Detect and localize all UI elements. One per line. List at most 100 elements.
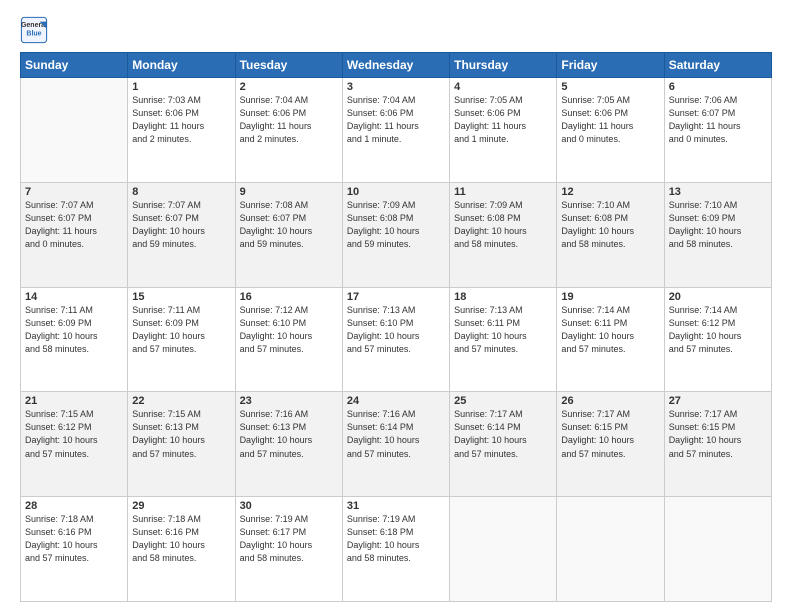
day-number: 26 — [561, 395, 659, 407]
calendar-day-cell: 16Sunrise: 7:12 AM Sunset: 6:10 PM Dayli… — [235, 287, 342, 392]
day-number: 8 — [132, 186, 230, 198]
day-info: Sunrise: 7:08 AM Sunset: 6:07 PM Dayligh… — [240, 199, 338, 251]
calendar-week-row: 21Sunrise: 7:15 AM Sunset: 6:12 PM Dayli… — [21, 392, 772, 497]
calendar-day-cell: 6Sunrise: 7:06 AM Sunset: 6:07 PM Daylig… — [664, 78, 771, 183]
day-info: Sunrise: 7:15 AM Sunset: 6:13 PM Dayligh… — [132, 408, 230, 460]
calendar-day-cell: 26Sunrise: 7:17 AM Sunset: 6:15 PM Dayli… — [557, 392, 664, 497]
day-info: Sunrise: 7:10 AM Sunset: 6:08 PM Dayligh… — [561, 199, 659, 251]
day-number: 3 — [347, 81, 445, 93]
calendar-day-cell: 2Sunrise: 7:04 AM Sunset: 6:06 PM Daylig… — [235, 78, 342, 183]
day-number: 30 — [240, 500, 338, 512]
calendar-day-cell: 11Sunrise: 7:09 AM Sunset: 6:08 PM Dayli… — [450, 182, 557, 287]
day-info: Sunrise: 7:19 AM Sunset: 6:17 PM Dayligh… — [240, 513, 338, 565]
calendar-day-cell — [664, 497, 771, 602]
weekday-header: Sunday — [21, 53, 128, 78]
calendar-day-cell: 4Sunrise: 7:05 AM Sunset: 6:06 PM Daylig… — [450, 78, 557, 183]
weekday-header: Wednesday — [342, 53, 449, 78]
calendar-day-cell: 14Sunrise: 7:11 AM Sunset: 6:09 PM Dayli… — [21, 287, 128, 392]
calendar-week-row: 7 Sunrise: 7:07 AM Sunset: 6:07 PM Daylig… — [21, 182, 772, 287]
day-info: Sunrise: 7:18 AM Sunset: 6:16 PM Dayligh… — [132, 513, 230, 565]
calendar-day-cell: 24Sunrise: 7:16 AM Sunset: 6:14 PM Dayli… — [342, 392, 449, 497]
day-number: 11 — [454, 186, 552, 198]
day-number: 15 — [132, 291, 230, 303]
day-info: Sunrise: 7:18 AM Sunset: 6:16 PM Dayligh… — [25, 513, 123, 565]
day-info: Sunrise: 7:13 AM Sunset: 6:10 PM Dayligh… — [347, 304, 445, 356]
calendar-header-row: SundayMondayTuesdayWednesdayThursdayFrid… — [21, 53, 772, 78]
page: General Blue SundayMondayTuesdayWednesda… — [0, 0, 792, 612]
day-info: Sunrise: 7:10 AM Sunset: 6:09 PM Dayligh… — [669, 199, 767, 251]
calendar-day-cell: 7Sunrise: 7:07 AM Sunset: 6:07 PM Daylig… — [21, 182, 128, 287]
day-info: Sunrise: 7:17 AM Sunset: 6:14 PM Dayligh… — [454, 408, 552, 460]
calendar-day-cell: 21Sunrise: 7:15 AM Sunset: 6:12 PM Dayli… — [21, 392, 128, 497]
calendar-day-cell: 12Sunrise: 7:10 AM Sunset: 6:08 PM Dayli… — [557, 182, 664, 287]
calendar-week-row: 28Sunrise: 7:18 AM Sunset: 6:16 PM Dayli… — [21, 497, 772, 602]
day-number: 19 — [561, 291, 659, 303]
day-number: 4 — [454, 81, 552, 93]
day-info: Sunrise: 7:07 AM Sunset: 6:07 PM Dayligh… — [132, 199, 230, 251]
day-number: 27 — [669, 395, 767, 407]
day-number: 24 — [347, 395, 445, 407]
calendar-day-cell: 10Sunrise: 7:09 AM Sunset: 6:08 PM Dayli… — [342, 182, 449, 287]
day-info: Sunrise: 7:16 AM Sunset: 6:14 PM Dayligh… — [347, 408, 445, 460]
day-number: 28 — [25, 500, 123, 512]
day-info: Sunrise: 7:03 AM Sunset: 6:06 PM Dayligh… — [132, 94, 230, 146]
day-info: Sunrise: 7:11 AM Sunset: 6:09 PM Dayligh… — [132, 304, 230, 356]
day-info: Sunrise: 7:15 AM Sunset: 6:12 PM Dayligh… — [25, 408, 123, 460]
day-number: 20 — [669, 291, 767, 303]
calendar-day-cell — [450, 497, 557, 602]
calendar-day-cell: 31Sunrise: 7:19 AM Sunset: 6:18 PM Dayli… — [342, 497, 449, 602]
day-info: Sunrise: 7:12 AM Sunset: 6:10 PM Dayligh… — [240, 304, 338, 356]
day-info: Sunrise: 7:05 AM Sunset: 6:06 PM Dayligh… — [454, 94, 552, 146]
day-info: Sunrise: 7:17 AM Sunset: 6:15 PM Dayligh… — [561, 408, 659, 460]
day-number: 10 — [347, 186, 445, 198]
day-number: 12 — [561, 186, 659, 198]
calendar-day-cell: 30Sunrise: 7:19 AM Sunset: 6:17 PM Dayli… — [235, 497, 342, 602]
day-number: 6 — [669, 81, 767, 93]
calendar-day-cell: 28Sunrise: 7:18 AM Sunset: 6:16 PM Dayli… — [21, 497, 128, 602]
day-number: 29 — [132, 500, 230, 512]
day-number: 25 — [454, 395, 552, 407]
calendar-day-cell: 8Sunrise: 7:07 AM Sunset: 6:07 PM Daylig… — [128, 182, 235, 287]
calendar-day-cell: 15Sunrise: 7:11 AM Sunset: 6:09 PM Dayli… — [128, 287, 235, 392]
day-info: Sunrise: 7:13 AM Sunset: 6:11 PM Dayligh… — [454, 304, 552, 356]
weekday-header: Monday — [128, 53, 235, 78]
day-number: 22 — [132, 395, 230, 407]
day-number: 7 — [25, 186, 123, 198]
day-number: 21 — [25, 395, 123, 407]
day-number: 1 — [132, 81, 230, 93]
calendar-day-cell — [21, 78, 128, 183]
calendar-day-cell — [557, 497, 664, 602]
day-number: 23 — [240, 395, 338, 407]
calendar-day-cell: 27Sunrise: 7:17 AM Sunset: 6:15 PM Dayli… — [664, 392, 771, 497]
calendar-day-cell: 22Sunrise: 7:15 AM Sunset: 6:13 PM Dayli… — [128, 392, 235, 497]
day-info: Sunrise: 7:11 AM Sunset: 6:09 PM Dayligh… — [25, 304, 123, 356]
logo: General Blue — [20, 16, 50, 44]
calendar-day-cell: 19Sunrise: 7:14 AM Sunset: 6:11 PM Dayli… — [557, 287, 664, 392]
svg-text:Blue: Blue — [26, 31, 41, 38]
day-info: Sunrise: 7:17 AM Sunset: 6:15 PM Dayligh… — [669, 408, 767, 460]
weekday-header: Tuesday — [235, 53, 342, 78]
calendar-day-cell: 1Sunrise: 7:03 AM Sunset: 6:06 PM Daylig… — [128, 78, 235, 183]
day-number: 18 — [454, 291, 552, 303]
logo-icon: General Blue — [20, 16, 48, 44]
day-number: 16 — [240, 291, 338, 303]
day-info: Sunrise: 7:04 AM Sunset: 6:06 PM Dayligh… — [347, 94, 445, 146]
day-info: Sunrise: 7:16 AM Sunset: 6:13 PM Dayligh… — [240, 408, 338, 460]
day-number: 9 — [240, 186, 338, 198]
weekday-header: Saturday — [664, 53, 771, 78]
day-info: Sunrise: 7:04 AM Sunset: 6:06 PM Dayligh… — [240, 94, 338, 146]
calendar-table: SundayMondayTuesdayWednesdayThursdayFrid… — [20, 52, 772, 602]
day-number: 31 — [347, 500, 445, 512]
header: General Blue — [20, 16, 772, 44]
calendar-day-cell: 9Sunrise: 7:08 AM Sunset: 6:07 PM Daylig… — [235, 182, 342, 287]
calendar-day-cell: 18Sunrise: 7:13 AM Sunset: 6:11 PM Dayli… — [450, 287, 557, 392]
calendar-day-cell: 13Sunrise: 7:10 AM Sunset: 6:09 PM Dayli… — [664, 182, 771, 287]
day-info: Sunrise: 7:19 AM Sunset: 6:18 PM Dayligh… — [347, 513, 445, 565]
calendar-day-cell: 3Sunrise: 7:04 AM Sunset: 6:06 PM Daylig… — [342, 78, 449, 183]
day-number: 13 — [669, 186, 767, 198]
calendar-day-cell: 23Sunrise: 7:16 AM Sunset: 6:13 PM Dayli… — [235, 392, 342, 497]
day-info: Sunrise: 7:05 AM Sunset: 6:06 PM Dayligh… — [561, 94, 659, 146]
day-number: 14 — [25, 291, 123, 303]
calendar-day-cell: 25Sunrise: 7:17 AM Sunset: 6:14 PM Dayli… — [450, 392, 557, 497]
day-info: Sunrise: 7:06 AM Sunset: 6:07 PM Dayligh… — [669, 94, 767, 146]
